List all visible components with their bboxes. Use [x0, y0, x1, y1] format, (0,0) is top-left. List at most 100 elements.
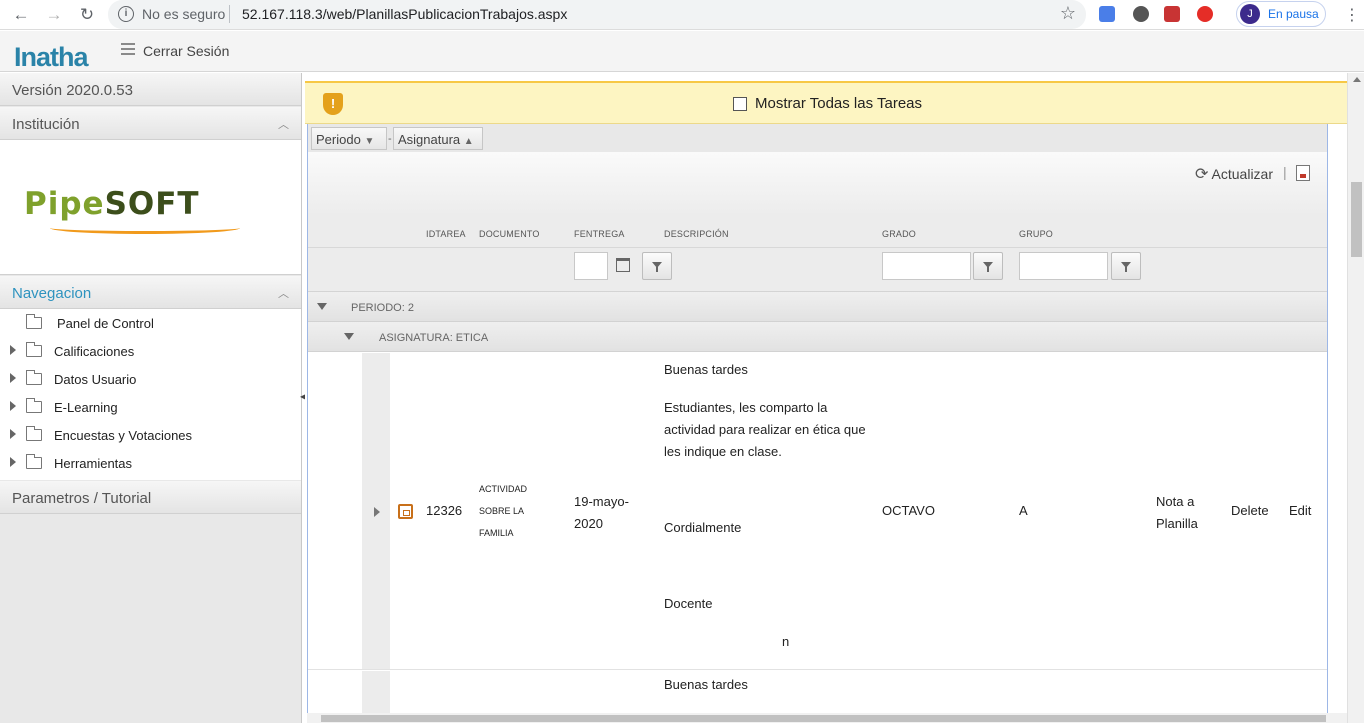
folder-icon: [26, 426, 42, 441]
expand-arrow-icon[interactable]: [10, 457, 16, 467]
cell-grupo: A: [1019, 503, 1028, 518]
documento-line: ACTIVIDAD: [479, 484, 528, 494]
column-header-grado[interactable]: GRADO: [882, 229, 916, 239]
refresh-button[interactable]: ⟳ Actualizar: [1195, 164, 1273, 184]
indent-cell: [308, 353, 362, 669]
link-line: Nota a: [1156, 494, 1195, 509]
opera-extension-icon[interactable]: [1197, 6, 1213, 22]
expand-arrow-icon[interactable]: [10, 401, 16, 411]
table-row[interactable]: 12326 ACTIVIDAD SOBRE LA FAMILIA 19-mayo…: [308, 353, 1327, 670]
tasks-banner: ! Mostrar Todas las Tareas: [305, 81, 1347, 124]
fentrega-line: 19-mayo-: [574, 494, 629, 509]
browser-toolbar: ← → ↻ i No es seguro 52.167.118.3/web/Pl…: [0, 0, 1364, 30]
collapse-arrow-icon[interactable]: [344, 333, 354, 340]
navigation-header[interactable]: Navegacion ︿: [0, 276, 301, 309]
nav-item-herramientas[interactable]: Herramientas: [0, 449, 301, 477]
grupo-filter-input[interactable]: [1019, 252, 1108, 280]
column-header-row: IDTAREA DOCUMENTO FENTREGA DESCRIPCIÓN G…: [308, 216, 1327, 248]
menu-icon[interactable]: ⋮: [1344, 5, 1360, 25]
folder-icon: [26, 314, 42, 329]
cell-documento: ACTIVIDAD SOBRE LA FAMILIA: [479, 478, 527, 544]
parametros-header[interactable]: Parametros / Tutorial: [0, 481, 301, 514]
hamburger-icon[interactable]: [121, 43, 135, 58]
grado-filter-button[interactable]: [973, 252, 1003, 280]
sort-up-icon: ▲: [463, 136, 474, 147]
address-bar[interactable]: i No es seguro 52.167.118.3/web/Planilla…: [108, 0, 1086, 29]
refresh-icon: ⟳: [1195, 166, 1209, 183]
info-icon[interactable]: i: [118, 6, 134, 22]
scrollbar-thumb[interactable]: [321, 715, 1326, 722]
grupo-filter-button[interactable]: [1111, 252, 1141, 280]
column-header-grupo[interactable]: GRUPO: [1019, 229, 1053, 239]
description-greeting: Buenas tardes: [664, 362, 748, 377]
column-header-fentrega[interactable]: FENTREGA: [574, 229, 625, 239]
expand-arrow-icon[interactable]: [10, 373, 16, 383]
url-text[interactable]: 52.167.118.3/web/PlanillasPublicacionTra…: [242, 6, 567, 22]
chevron-up-icon[interactable]: ︿: [278, 285, 289, 301]
chip-separator: -: [388, 133, 392, 145]
calendar-icon[interactable]: [616, 258, 630, 272]
filter-row: [308, 248, 1327, 292]
nav-item-datos-usuario[interactable]: Datos Usuario: [0, 365, 301, 393]
column-header-documento[interactable]: DOCUMENTO: [479, 229, 540, 239]
group-panel: Periodo ▼ - Asignatura ▲: [308, 124, 1327, 152]
forward-icon[interactable]: →: [43, 4, 65, 26]
horizontal-scrollbar[interactable]: [307, 713, 1347, 723]
logout-link[interactable]: Cerrar Sesión: [143, 43, 229, 59]
bookmark-star-icon[interactable]: ☆: [1060, 3, 1076, 24]
vertical-scrollbar[interactable]: [1347, 73, 1364, 723]
nav-item-calificaciones[interactable]: Calificaciones: [0, 337, 301, 365]
app-logo[interactable]: Inatha: [14, 42, 89, 72]
nav-item-panel-de-control[interactable]: Panel de Control: [0, 309, 301, 337]
scrollbar-thumb[interactable]: [1351, 182, 1362, 257]
navigation-tree: Panel de Control Calificaciones Datos Us…: [0, 309, 301, 480]
checkbox[interactable]: [733, 97, 747, 111]
fentrega-line: 2020: [574, 516, 603, 531]
reload-icon[interactable]: ↻: [76, 4, 98, 26]
chevron-up-icon[interactable]: ︿: [278, 116, 289, 132]
group-chip-asignatura[interactable]: Asignatura ▲: [393, 127, 483, 150]
nota-planilla-link[interactable]: Nota a Planilla: [1156, 491, 1198, 535]
checkbox-label[interactable]: Mostrar Todas las Tareas: [755, 95, 922, 112]
sort-down-icon: ▼: [364, 136, 375, 147]
export-pdf-icon[interactable]: [1296, 165, 1310, 181]
profile-button[interactable]: J En pausa: [1236, 1, 1326, 27]
fentrega-filter-button[interactable]: [642, 252, 672, 280]
cell-idtarea: 12326: [426, 503, 463, 518]
description-signature: Docente: [664, 596, 713, 611]
translate-extension-icon[interactable]: [1099, 6, 1115, 22]
delete-link[interactable]: Delete: [1231, 503, 1269, 518]
link-line: Planilla: [1156, 516, 1198, 531]
back-icon[interactable]: ←: [10, 4, 32, 26]
group-chip-periodo[interactable]: Periodo ▼: [311, 127, 387, 150]
scroll-up-icon[interactable]: [1353, 77, 1361, 82]
version-label: Versión 2020.0.53: [0, 73, 301, 106]
column-header-idtarea[interactable]: IDTAREA: [426, 229, 466, 239]
group-row-periodo[interactable]: PERIODO: 2: [308, 292, 1327, 322]
nav-item-e-learning[interactable]: E-Learning: [0, 393, 301, 421]
tasks-grid: Periodo ▼ - Asignatura ▲ ⟳ Actualizar | …: [307, 124, 1328, 723]
parametros-title: Parametros / Tutorial: [12, 490, 152, 507]
institution-header[interactable]: Institución ︿: [0, 107, 301, 140]
documento-line: FAMILIA: [479, 528, 514, 538]
document-icon[interactable]: [398, 504, 413, 519]
edit-link[interactable]: Edit: [1289, 503, 1311, 518]
nav-item-label: E-Learning: [54, 400, 118, 415]
expand-row-icon[interactable]: [374, 507, 380, 517]
collapse-arrow-icon[interactable]: [317, 303, 327, 310]
toolbar-divider: |: [1283, 164, 1287, 180]
nav-item-encuestas[interactable]: Encuestas y Votaciones: [0, 421, 301, 449]
media-extension-icon[interactable]: [1164, 6, 1180, 22]
expand-arrow-icon[interactable]: [10, 345, 16, 355]
folder-icon: [26, 398, 42, 413]
bulb-extension-icon[interactable]: [1133, 6, 1149, 22]
nav-item-label: Datos Usuario: [54, 372, 137, 387]
description-line: actividad para realizar en ética que: [664, 422, 866, 437]
grado-filter-input[interactable]: [882, 252, 971, 280]
expand-arrow-icon[interactable]: [10, 429, 16, 439]
group-row-asignatura[interactable]: ASIGNATURA: ETICA: [308, 322, 1327, 352]
column-header-descripcion[interactable]: DESCRIPCIÓN: [664, 229, 729, 239]
fentrega-filter-input[interactable]: [574, 252, 608, 280]
folder-icon: [26, 454, 42, 469]
navigation-title: Navegacion: [12, 285, 92, 302]
